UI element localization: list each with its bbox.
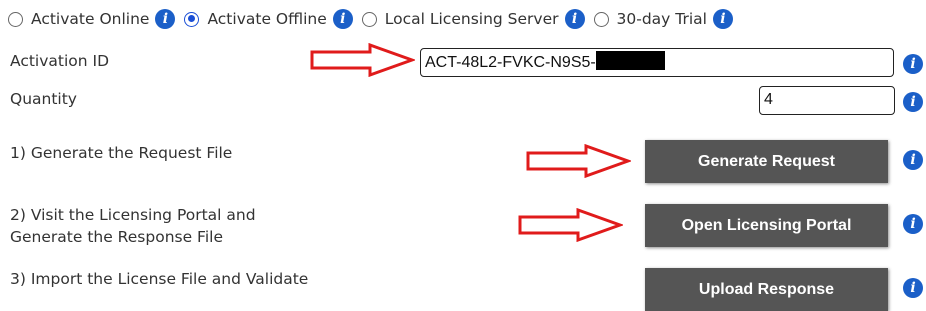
- radio-button[interactable]: [361, 11, 377, 27]
- radio-label: Activate Online: [31, 10, 150, 28]
- info-icon[interactable]: i: [903, 214, 923, 234]
- activation-mode-group: Activate Online i Activate Offline i Loc…: [8, 6, 742, 32]
- red-outline-right-arrow-icon: [310, 43, 415, 77]
- info-icon[interactable]: i: [155, 9, 176, 29]
- activation-id-value: ACT-48L2-FVKC-N9S5-: [425, 54, 596, 71]
- radio-30-day-trial[interactable]: 30-day Trial i: [593, 9, 733, 29]
- radio-activate-offline[interactable]: Activate Offline i: [184, 9, 353, 29]
- quantity-label: Quantity: [10, 90, 77, 108]
- redaction-bar: [595, 51, 665, 70]
- radio-button-selected[interactable]: [184, 11, 200, 27]
- info-icon[interactable]: i: [903, 278, 923, 298]
- open-licensing-portal-button[interactable]: Open Licensing Portal: [645, 204, 888, 247]
- step-2-text: 2) Visit the Licensing Portal and Genera…: [10, 206, 256, 246]
- info-icon[interactable]: i: [712, 9, 733, 29]
- info-icon[interactable]: i: [332, 9, 353, 29]
- info-icon[interactable]: i: [564, 9, 585, 29]
- step-3-text: 3) Import the License File and Validate: [10, 270, 309, 288]
- radio-button[interactable]: [8, 11, 23, 27]
- info-icon[interactable]: i: [903, 54, 923, 74]
- step-1-text: 1) Generate the Request File: [10, 144, 233, 162]
- red-outline-right-arrow-icon: [526, 144, 631, 178]
- activation-id-input[interactable]: ACT-48L2-FVKC-N9S5-: [420, 48, 894, 77]
- upload-response-button[interactable]: Upload Response: [645, 268, 888, 311]
- red-outline-right-arrow-icon: [518, 208, 623, 242]
- radio-label: Local Licensing Server: [384, 10, 559, 28]
- radio-label: 30-day Trial: [616, 10, 707, 28]
- radio-button[interactable]: [593, 11, 609, 27]
- quantity-input[interactable]: 4: [759, 86, 895, 115]
- activation-id-label: Activation ID: [10, 52, 110, 70]
- info-icon[interactable]: i: [903, 150, 923, 170]
- info-icon[interactable]: i: [903, 92, 923, 112]
- quantity-value: 4: [764, 91, 773, 108]
- radio-local-licensing-server[interactable]: Local Licensing Server i: [361, 9, 585, 29]
- generate-request-button[interactable]: Generate Request: [645, 140, 888, 183]
- radio-label: Activate Offline: [207, 10, 327, 28]
- radio-activate-online[interactable]: Activate Online i: [8, 9, 176, 29]
